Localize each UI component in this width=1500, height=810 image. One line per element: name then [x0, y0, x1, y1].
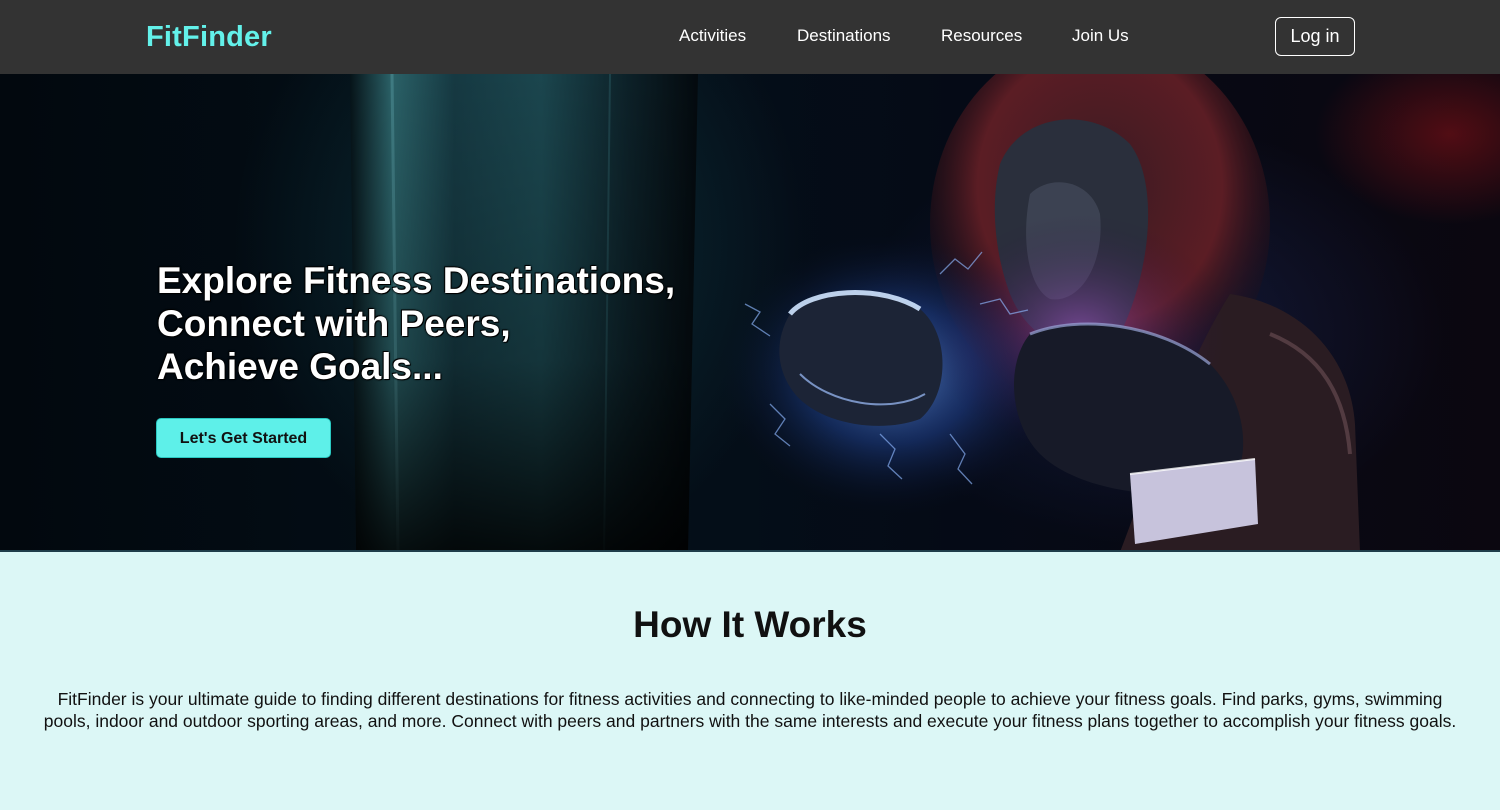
nav-link-join-us[interactable]: Join Us: [1072, 25, 1129, 47]
how-it-works-title: How It Works: [633, 604, 867, 645]
hero-banner: Explore Fitness Destinations, Connect wi…: [0, 74, 1500, 552]
logo[interactable]: FitFinder: [146, 19, 272, 55]
how-it-works-section: How It Works FitFinder is your ultimate …: [0, 552, 1500, 810]
hero-title-line-2: Connect with Peers,: [157, 303, 511, 344]
hero-title-line-3: Achieve Goals...: [157, 346, 443, 387]
login-button[interactable]: Log in: [1275, 17, 1355, 56]
how-it-works-description: FitFinder is your ultimate guide to find…: [43, 689, 1457, 731]
nav-link-destinations[interactable]: Destinations: [797, 25, 891, 47]
top-navbar: FitFinder Activities Destinations Resour…: [0, 0, 1500, 74]
hero-title-line-1: Explore Fitness Destinations,: [157, 260, 676, 301]
nav-link-resources[interactable]: Resources: [941, 25, 1022, 47]
nav-link-activities[interactable]: Activities: [679, 25, 746, 47]
get-started-button[interactable]: Let's Get Started: [156, 418, 331, 458]
hero-title: Explore Fitness Destinations, Connect wi…: [157, 259, 777, 388]
